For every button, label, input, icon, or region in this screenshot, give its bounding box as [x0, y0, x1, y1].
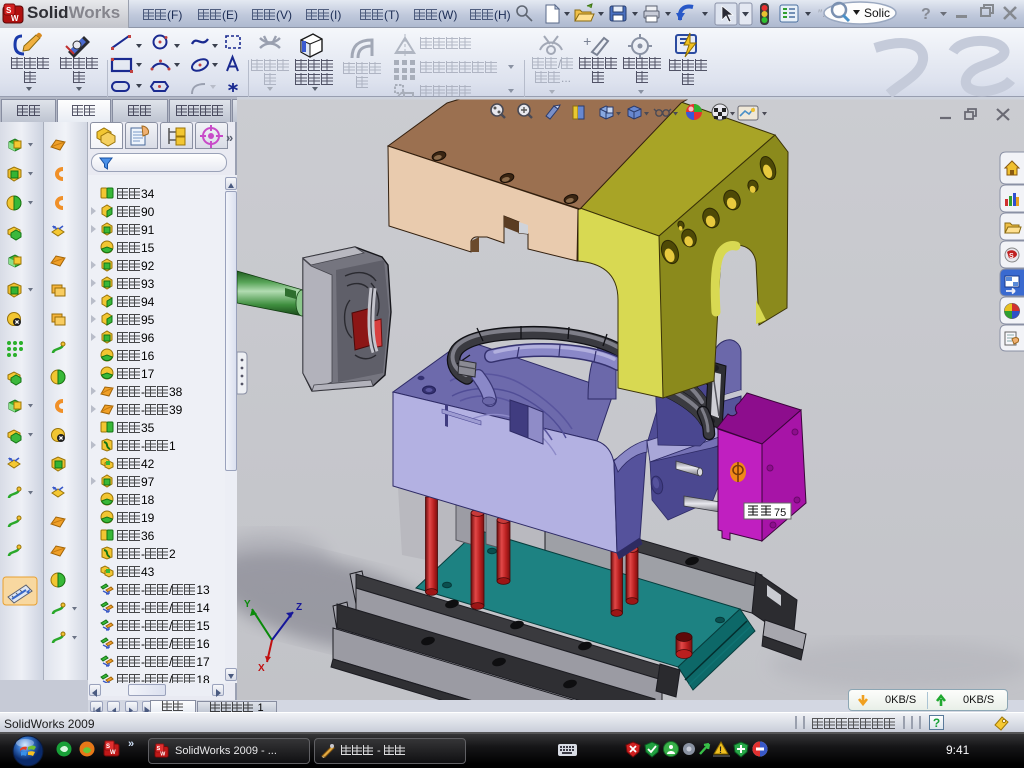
svg-text:W: W — [11, 14, 19, 23]
svg-text:W: W — [110, 750, 116, 756]
svg-text:Solic: Solic — [864, 6, 890, 20]
svg-text:+: + — [583, 33, 591, 49]
svg-text:Z: Z — [296, 602, 302, 613]
svg-text:?: ? — [921, 6, 931, 23]
svg-text:75: 75 — [774, 507, 786, 519]
svg-text:X: X — [258, 663, 265, 674]
svg-text:!: ! — [719, 745, 722, 755]
svg-text:Y: Y — [244, 599, 251, 610]
svg-text:S: S — [1009, 253, 1014, 260]
